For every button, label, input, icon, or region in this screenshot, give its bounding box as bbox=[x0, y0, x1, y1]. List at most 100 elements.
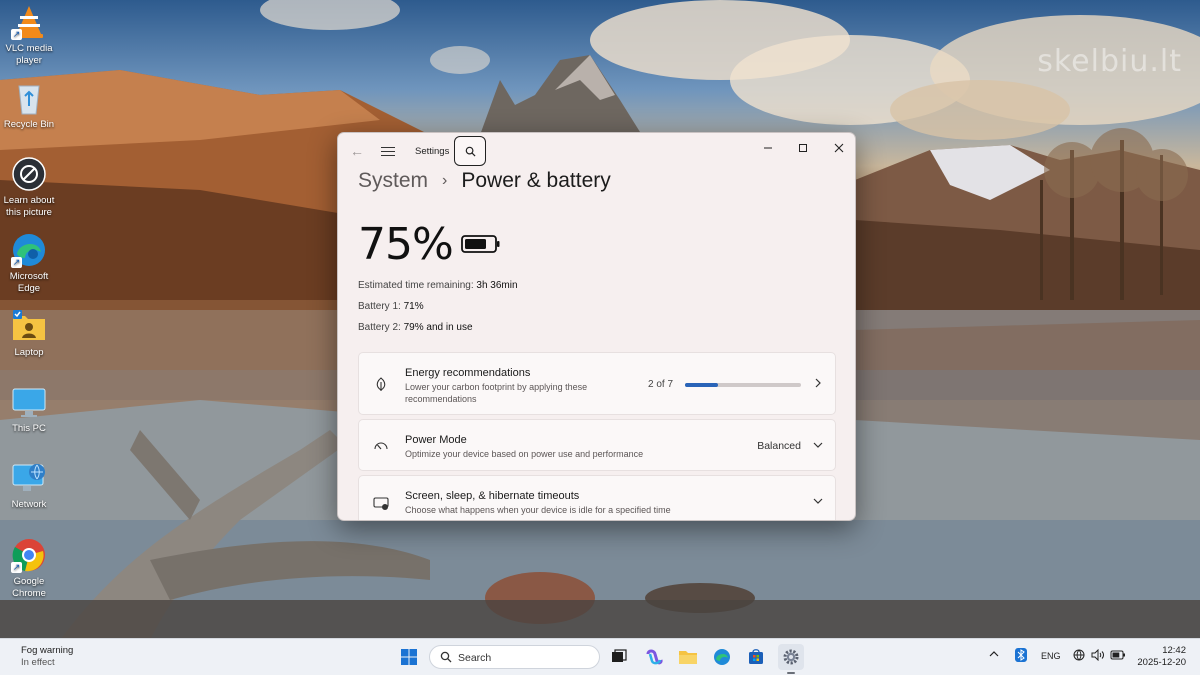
chevron-down-icon[interactable] bbox=[813, 496, 823, 506]
hamburger-menu-icon[interactable] bbox=[380, 144, 396, 158]
show-hidden-icons-button[interactable] bbox=[989, 649, 999, 661]
screen-sleep-card[interactable]: Screen, sleep, & hibernate timeouts Choo… bbox=[358, 475, 836, 520]
estimated-time-label: Estimated time remaining: bbox=[358, 280, 474, 291]
battery2-label: Battery 2: bbox=[358, 322, 401, 333]
weather-title: Fog warning bbox=[21, 645, 74, 656]
chevron-right-icon bbox=[813, 378, 823, 388]
desktop-icon-label: Microsoft Edge bbox=[9, 271, 49, 294]
copilot-icon bbox=[646, 649, 663, 665]
active-indicator bbox=[787, 672, 795, 674]
shortcut-arrow-icon: ↗ bbox=[11, 29, 22, 40]
taskbar: Fog warning In effect Search ENG 12:42 2… bbox=[0, 638, 1200, 675]
edge-icon bbox=[714, 649, 730, 665]
chevron-up-icon bbox=[989, 651, 999, 657]
vlc-icon: ↗ bbox=[11, 4, 47, 40]
battery1-line: Battery 1: 71% bbox=[358, 301, 424, 312]
monitor-icon bbox=[11, 384, 47, 420]
chrome-icon: ↗ bbox=[11, 537, 47, 573]
battery2-line: Battery 2: 79% and in use bbox=[358, 322, 473, 333]
start-button[interactable] bbox=[396, 644, 422, 670]
clock-date: 2025-12-20 bbox=[1137, 657, 1186, 668]
desktop-icon-label: Laptop bbox=[14, 347, 44, 358]
card-subtitle: Optimize your device based on power use … bbox=[405, 449, 644, 459]
desktop-icon-laptop[interactable]: Laptop bbox=[2, 308, 56, 359]
weather-widget[interactable]: Fog warning In effect bbox=[21, 645, 73, 669]
desktop-icon-chrome[interactable]: ↗ Google Chrome bbox=[2, 537, 56, 600]
page-title: Power & battery bbox=[461, 169, 611, 192]
battery-percentage: 75% bbox=[358, 219, 454, 270]
recommendations-progress-bar bbox=[685, 383, 801, 387]
globe-icon bbox=[1073, 649, 1085, 661]
store-button[interactable] bbox=[743, 644, 769, 670]
back-arrow-icon[interactable]: ← bbox=[350, 143, 366, 159]
close-button[interactable] bbox=[824, 137, 854, 159]
power-mode-card[interactable]: Power Mode Optimize your device based on… bbox=[358, 419, 836, 471]
card-subtitle: Lower your carbon footprint by applying … bbox=[405, 381, 587, 405]
shortcut-arrow-icon: ↗ bbox=[11, 562, 22, 573]
search-icon bbox=[465, 146, 476, 157]
recycle-bin-icon bbox=[11, 80, 47, 116]
clock-time: 12:42 bbox=[1162, 645, 1186, 656]
desktop-icon-label: This PC bbox=[12, 423, 46, 434]
battery2-value: 79% and in use bbox=[403, 322, 473, 333]
minimize-icon bbox=[764, 147, 772, 149]
gauge-icon bbox=[374, 442, 388, 450]
search-button[interactable] bbox=[454, 136, 486, 166]
task-view-button[interactable] bbox=[606, 644, 632, 670]
progress-fill bbox=[685, 383, 719, 387]
speaker-icon bbox=[1091, 648, 1104, 662]
settings-taskbar-button[interactable] bbox=[778, 644, 804, 674]
bluetooth-button[interactable] bbox=[1015, 648, 1027, 664]
card-title: Power Mode bbox=[405, 434, 467, 446]
estimated-time-line: Estimated time remaining: 3h 36min bbox=[358, 280, 518, 291]
card-subtitle: Choose what happens when your device is … bbox=[405, 505, 671, 515]
card-subtitle-line: recommendations bbox=[405, 394, 477, 404]
file-explorer-button[interactable] bbox=[675, 644, 701, 670]
energy-recommendations-card[interactable]: Energy recommendations Lower your carbon… bbox=[358, 352, 836, 415]
desktop-icon-vlc[interactable]: ↗ VLC media player bbox=[2, 4, 56, 67]
breadcrumb-parent-link[interactable]: System bbox=[358, 169, 428, 193]
network-icon bbox=[11, 460, 47, 496]
desktop-icon-label: Network bbox=[11, 499, 47, 510]
edge-taskbar-button[interactable] bbox=[709, 644, 735, 670]
folder-user-icon bbox=[11, 308, 47, 344]
desktop-icon-label: Recycle Bin bbox=[3, 119, 55, 130]
breadcrumb-separator-icon: › bbox=[442, 172, 448, 189]
desktop-icon-label: Google Chrome bbox=[12, 576, 46, 599]
desktop-icon-network[interactable]: Network bbox=[2, 460, 56, 511]
network-tray-button[interactable] bbox=[1073, 649, 1085, 663]
copilot-button[interactable] bbox=[641, 644, 667, 670]
store-icon bbox=[749, 649, 763, 664]
card-subtitle-line: Lower your carbon footprint by applying … bbox=[405, 382, 588, 392]
maximize-button[interactable] bbox=[788, 137, 818, 159]
battery1-label: Battery 1: bbox=[358, 301, 401, 312]
folder-icon bbox=[679, 651, 697, 664]
recommendations-count: 2 of 7 bbox=[648, 379, 674, 390]
leaf-icon bbox=[376, 377, 386, 391]
battery-tray-button[interactable] bbox=[1110, 649, 1126, 663]
minimize-button[interactable] bbox=[753, 137, 783, 159]
gear-icon bbox=[783, 649, 799, 665]
taskbar-search-box[interactable]: Search bbox=[429, 645, 600, 669]
watermark: skelbiu.lt bbox=[1037, 44, 1182, 79]
taskbar-clock[interactable]: 12:42 2025-12-20 bbox=[1137, 645, 1186, 669]
bluetooth-icon bbox=[1015, 648, 1027, 662]
shortcut-arrow-icon: ↗ bbox=[11, 257, 22, 268]
desktop-icon-this-pc[interactable]: This PC bbox=[2, 384, 56, 435]
windows-logo-icon bbox=[401, 649, 417, 665]
desktop-icon-learn-about-picture[interactable]: Learn about this picture bbox=[2, 156, 56, 219]
search-placeholder: Search bbox=[458, 652, 492, 664]
battery1-value: 71% bbox=[403, 301, 424, 312]
desktop-icon-edge[interactable]: ↗ Microsoft Edge bbox=[2, 232, 56, 295]
volume-button[interactable] bbox=[1091, 648, 1105, 663]
maximize-icon bbox=[799, 144, 807, 152]
chevron-down-icon[interactable] bbox=[813, 440, 823, 450]
language-indicator[interactable]: ENG bbox=[1041, 651, 1061, 661]
battery-tray-icon bbox=[1110, 650, 1125, 660]
title-bar[interactable]: ← Settings bbox=[338, 133, 855, 169]
power-mode-dropdown[interactable]: Balanced bbox=[757, 440, 801, 452]
desktop-icon-label: Learn about this picture bbox=[3, 195, 55, 218]
search-icon bbox=[440, 651, 452, 663]
edge-icon: ↗ bbox=[11, 232, 47, 268]
desktop-icon-recycle-bin[interactable]: Recycle Bin bbox=[2, 80, 56, 131]
